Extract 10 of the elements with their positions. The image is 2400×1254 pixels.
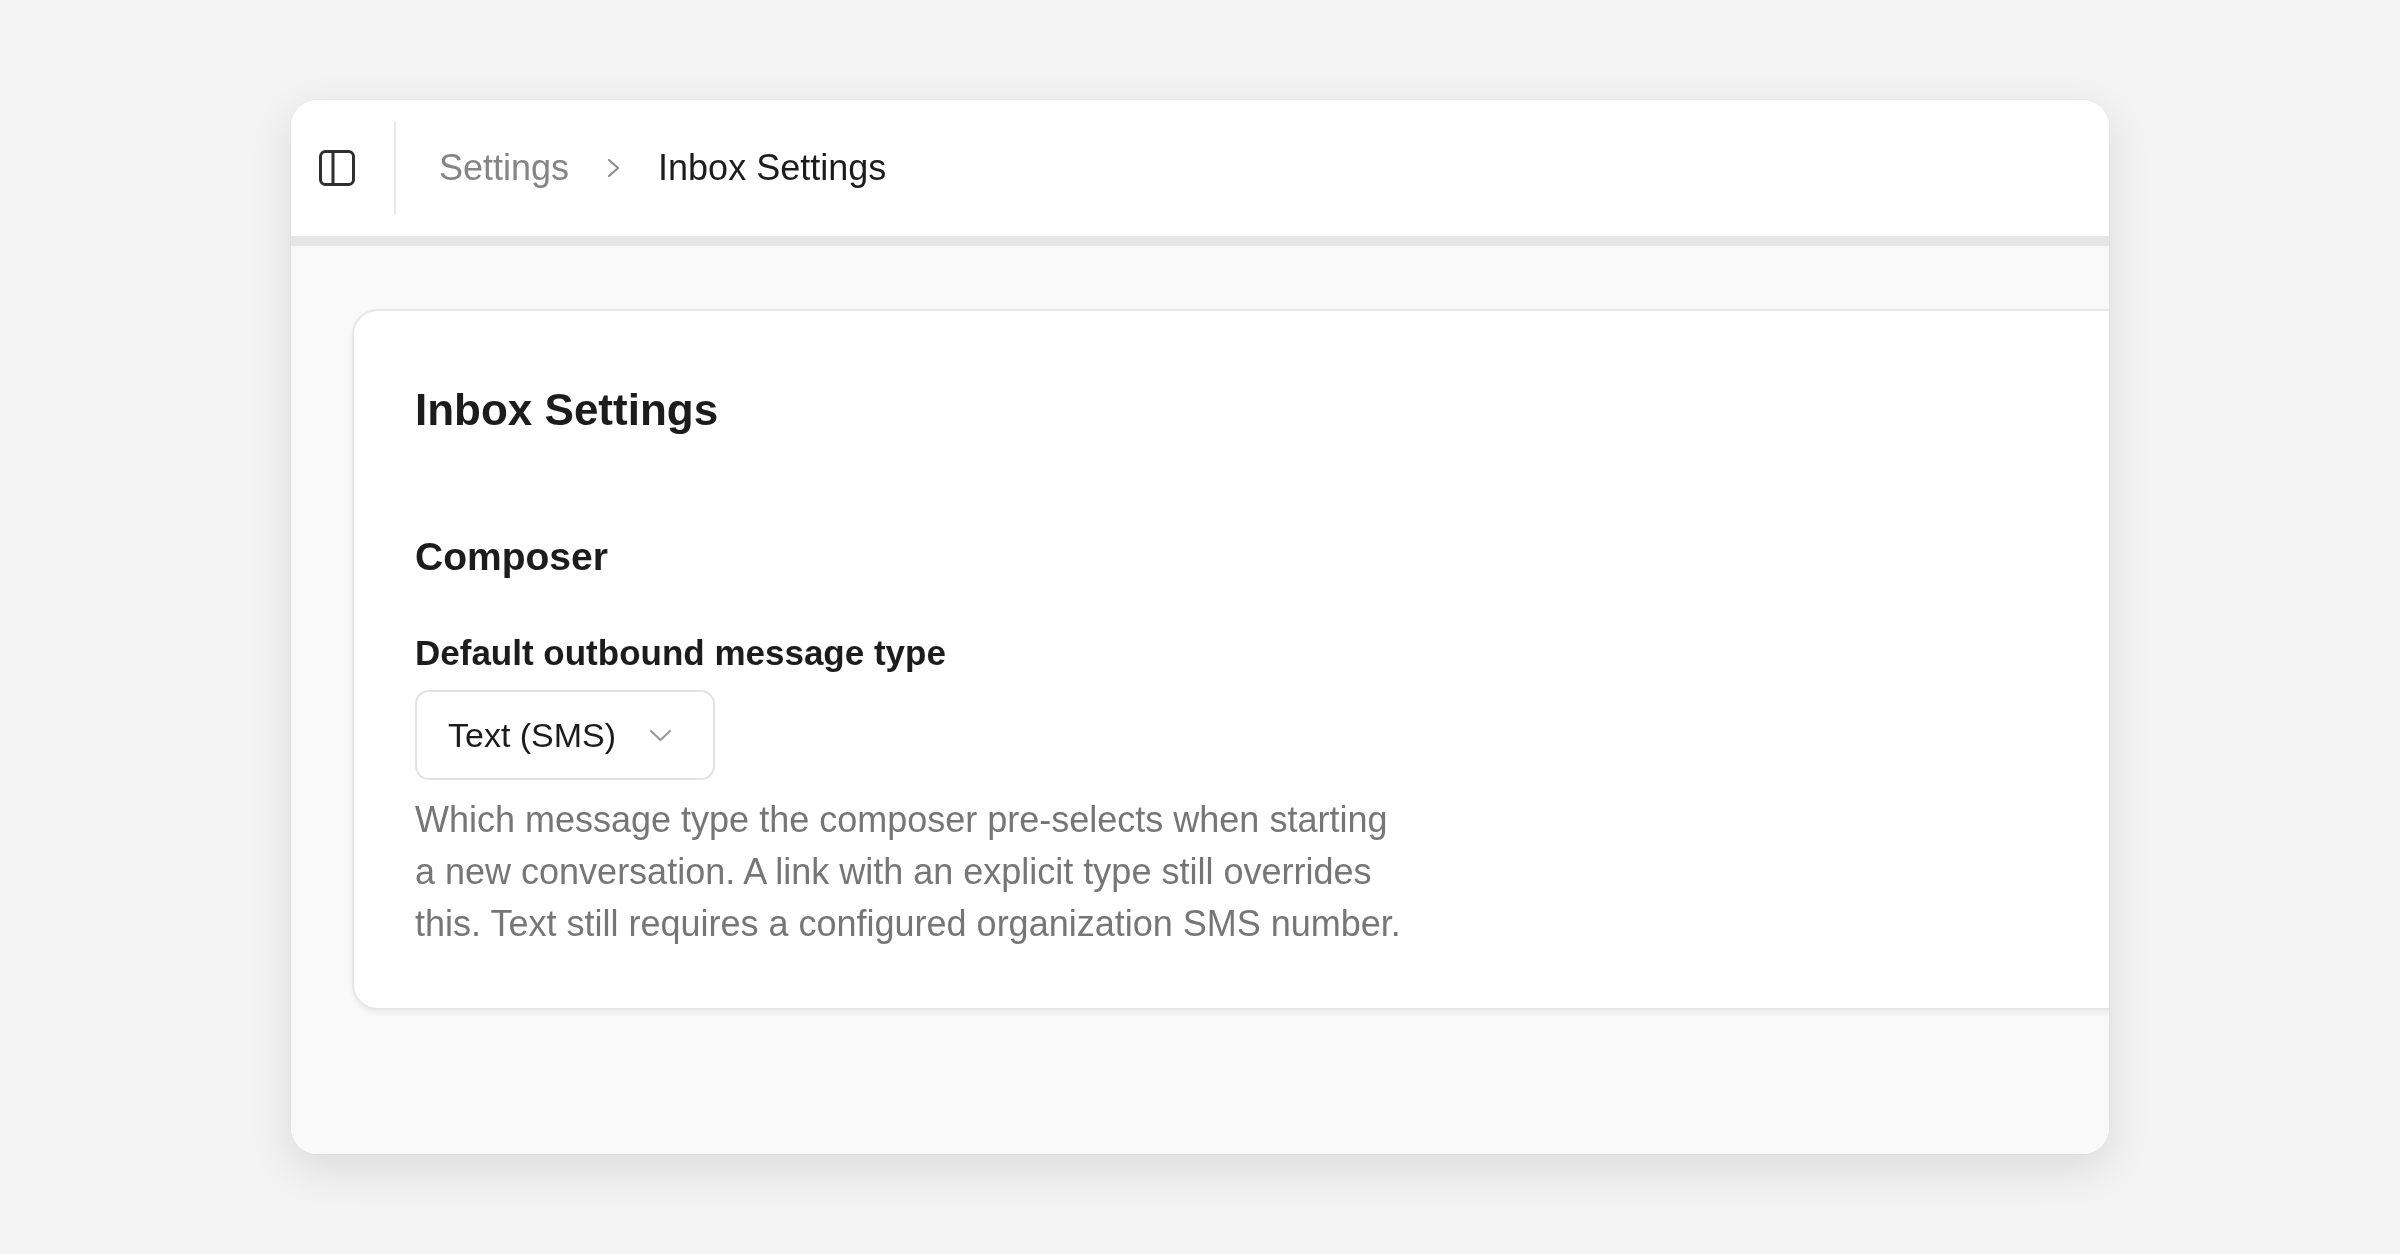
section-title: Composer [415,534,609,580]
sidebar-icon[interactable] [319,150,355,186]
page-title: Inbox Settings [415,384,720,436]
help-text: Which message type the composer pre-selects when starting a new conversation. A link with an explicit type still overrides this. Text still requires a configured organization SMS number. [415,798,1402,946]
field-label: Default outbound message type [415,632,947,674]
breadcrumb-link[interactable]: Settings [439,146,570,190]
chevron-right-icon [607,158,621,178]
chevron-down-icon [649,728,673,742]
select-dropdown[interactable]: Text (SMS) [415,690,716,780]
breadcrumb-current: Inbox Settings [658,146,887,190]
